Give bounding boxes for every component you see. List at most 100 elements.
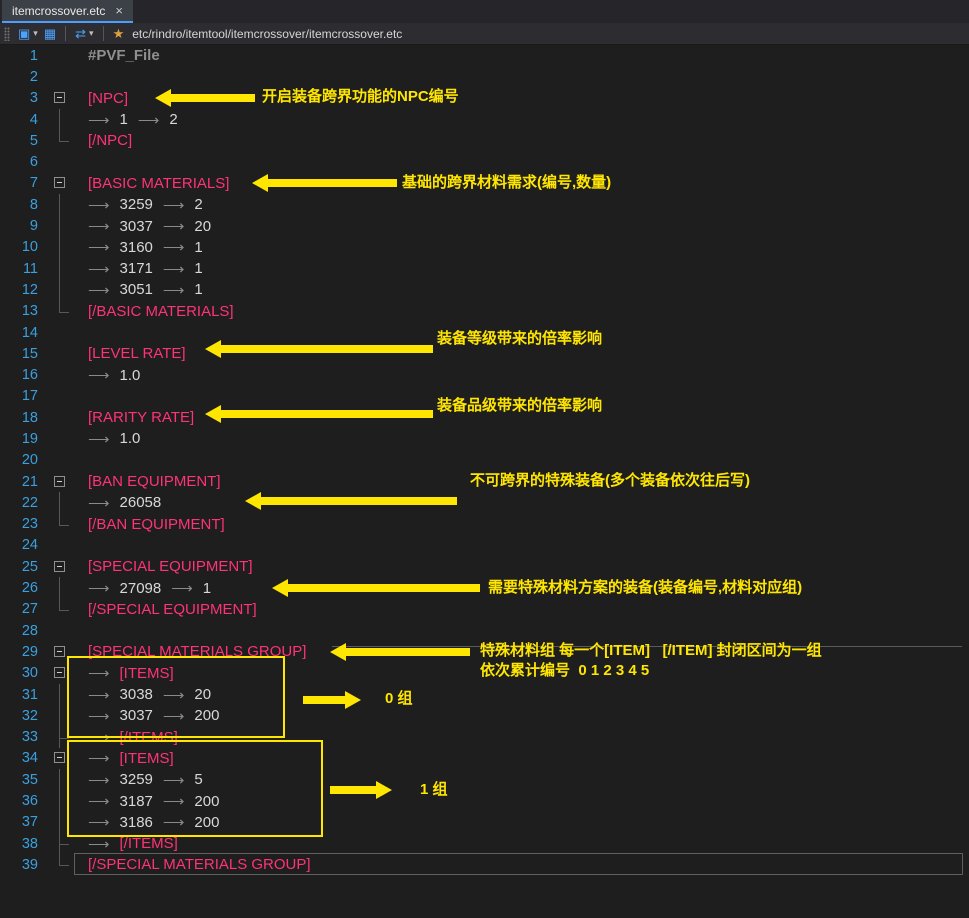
fold-guide (44, 854, 70, 875)
code-line[interactable]: 30⟶[ITEMS] (0, 663, 969, 684)
line-number: 9 (0, 218, 44, 234)
code-line[interactable]: 10⟶3160⟶1 (0, 237, 969, 258)
code-line[interactable]: 24 (0, 535, 969, 556)
collapse-minus-icon[interactable] (54, 177, 65, 188)
code-text: [/SPECIAL EQUIPMENT] (70, 601, 257, 618)
code-text: [RARITY RATE] (70, 409, 194, 426)
line-number: 10 (0, 239, 44, 255)
code-line[interactable]: 3[NPC] (0, 88, 969, 109)
fold-guide (44, 514, 70, 535)
open-window-icon[interactable]: ▣ (18, 27, 30, 40)
fold-guide (44, 450, 70, 471)
chevron-down-icon[interactable]: ▾ (33, 29, 38, 38)
code-line[interactable]: 6 (0, 151, 969, 172)
code-line[interactable]: 33⟶[/ITEMS] (0, 727, 969, 748)
collapse-minus-icon[interactable] (54, 752, 65, 763)
code-line[interactable]: 28 (0, 620, 969, 641)
code-line[interactable]: 2 (0, 66, 969, 87)
toolbar-grip[interactable] (4, 27, 10, 41)
fold-toggle-icon[interactable] (44, 88, 70, 109)
token-tag: [LEVEL RATE] (88, 345, 186, 362)
collapse-minus-icon[interactable] (54, 646, 65, 657)
code-line[interactable]: 35⟶3259⟶5 (0, 769, 969, 790)
code-line[interactable]: 25[SPECIAL EQUIPMENT] (0, 556, 969, 577)
code-line[interactable]: 17 (0, 386, 969, 407)
code-lines: 1#PVF_File23[NPC]4⟶1⟶25[/NPC]67[BASIC MA… (0, 45, 969, 876)
fold-guide (44, 577, 70, 598)
code-line[interactable]: 19⟶1.0 (0, 428, 969, 449)
fold-toggle-icon[interactable] (44, 173, 70, 194)
collapse-minus-icon[interactable] (54, 667, 65, 678)
tab-arrow-icon: ⟶ (138, 111, 160, 129)
tab-arrow-icon: ⟶ (163, 217, 185, 235)
collapse-minus-icon[interactable] (54, 561, 65, 572)
token-tag: [/SPECIAL MATERIALS GROUP] (88, 856, 311, 873)
line-number: 23 (0, 516, 44, 532)
line-number: 39 (0, 857, 44, 873)
code-line[interactable]: 26⟶27098⟶1 (0, 577, 969, 598)
pvf-editor-window: itemcrossover.etc × ▣ ▾ ▦ ⇄ ▾ ★ etc/rind… (0, 0, 969, 918)
code-line[interactable]: 1#PVF_File (0, 45, 969, 66)
code-line[interactable]: 12⟶3051⟶1 (0, 279, 969, 300)
collapse-minus-icon[interactable] (54, 476, 65, 487)
code-text: ⟶1⟶2 (70, 111, 188, 129)
code-line[interactable]: 16⟶1.0 (0, 364, 969, 385)
line-number: 8 (0, 197, 44, 213)
copy-window-icon[interactable]: ▦ (44, 27, 56, 40)
token-tag: [BASIC MATERIALS] (88, 175, 229, 192)
tab-arrow-icon: ⟶ (88, 664, 110, 682)
code-line[interactable]: 27[/SPECIAL EQUIPMENT] (0, 599, 969, 620)
fold-toggle-icon[interactable] (44, 663, 70, 684)
code-line[interactable]: 21[BAN EQUIPMENT] (0, 471, 969, 492)
token-val: 3259 (120, 196, 153, 213)
fold-guide (44, 301, 70, 322)
line-number: 3 (0, 90, 44, 106)
tab-itemcrossover[interactable]: itemcrossover.etc × (2, 0, 133, 23)
code-line[interactable]: 22⟶26058 (0, 492, 969, 513)
chevron-down-icon[interactable]: ▾ (89, 29, 94, 38)
fold-toggle-icon[interactable] (44, 471, 70, 492)
code-line[interactable]: 38⟶[/ITEMS] (0, 833, 969, 854)
code-line[interactable]: 23[/BAN EQUIPMENT] (0, 514, 969, 535)
code-line[interactable]: 34⟶[ITEMS] (0, 748, 969, 769)
code-line[interactable]: 31⟶3038⟶20 (0, 684, 969, 705)
collapse-minus-icon[interactable] (54, 92, 65, 103)
code-line[interactable]: 15[LEVEL RATE] (0, 343, 969, 364)
code-line[interactable]: 37⟶3186⟶200 (0, 812, 969, 833)
token-tag: [RARITY RATE] (88, 409, 194, 426)
fold-toggle-icon[interactable] (44, 641, 70, 662)
code-line[interactable]: 20 (0, 450, 969, 471)
code-line[interactable]: 32⟶3037⟶200 (0, 705, 969, 726)
code-line[interactable]: 7[BASIC MATERIALS] (0, 173, 969, 194)
close-icon[interactable]: × (115, 3, 123, 18)
tab-title: itemcrossover.etc (12, 4, 105, 18)
token-tag: [SPECIAL EQUIPMENT] (88, 558, 252, 575)
code-line[interactable]: 13[/BASIC MATERIALS] (0, 301, 969, 322)
transfer-icon[interactable]: ⇄ (75, 27, 86, 40)
code-text: ⟶27098⟶1 (70, 579, 221, 597)
code-line[interactable]: 5[/NPC] (0, 130, 969, 151)
code-line[interactable]: 11⟶3171⟶1 (0, 258, 969, 279)
code-line[interactable]: 14 (0, 322, 969, 343)
code-line[interactable]: 18[RARITY RATE] (0, 407, 969, 428)
line-number: 22 (0, 495, 44, 511)
line-number: 34 (0, 750, 44, 766)
fold-guide (44, 364, 70, 385)
code-text: ⟶3037⟶20 (70, 217, 221, 235)
code-line[interactable]: 8⟶3259⟶2 (0, 194, 969, 215)
code-line[interactable]: 39 [/SPECIAL MATERIALS GROUP] (0, 854, 969, 875)
fold-guide (44, 790, 70, 811)
code-line[interactable]: 36⟶3187⟶200 (0, 790, 969, 811)
fold-toggle-icon[interactable] (44, 748, 70, 769)
code-line[interactable]: 4⟶1⟶2 (0, 109, 969, 130)
code-line[interactable]: 9 ⟶3037⟶20 (0, 215, 969, 236)
tab-arrow-icon: ⟶ (88, 238, 110, 256)
editor[interactable]: 1#PVF_File23[NPC]4⟶1⟶25[/NPC]67[BASIC MA… (0, 45, 969, 918)
code-line[interactable]: 29[SPECIAL MATERIALS GROUP] (0, 641, 969, 662)
fold-toggle-icon[interactable] (44, 556, 70, 577)
tab-arrow-icon: ⟶ (163, 707, 185, 725)
token-val: 200 (194, 814, 219, 831)
token-tag: [BAN EQUIPMENT] (88, 473, 221, 490)
fold-guide (44, 407, 70, 428)
token-val: 3186 (120, 814, 153, 831)
